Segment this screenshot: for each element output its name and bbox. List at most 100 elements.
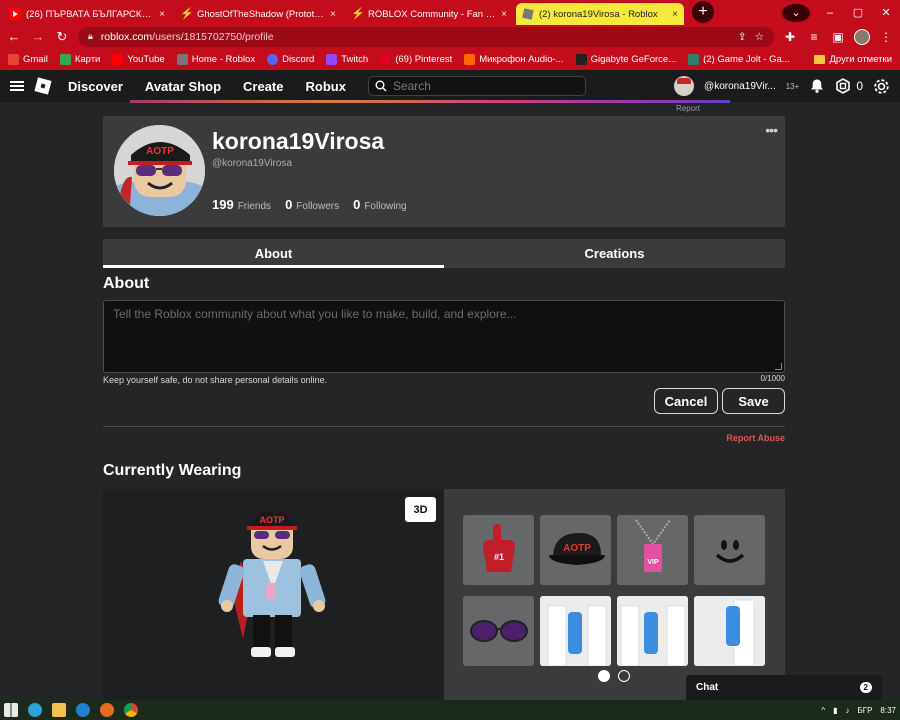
safety-notice: Keep yourself safe, do not share persona…	[103, 375, 328, 385]
bookmark-home-roblox[interactable]: Home - Roblox	[176, 53, 255, 65]
browser-tab-ghostoftheshadow[interactable]: ⚡ GhostOfTheShadow (Prototype) ×	[174, 3, 342, 25]
toggle-3d-button[interactable]: 3D	[405, 497, 436, 522]
tab-search-icon[interactable]: ⌄	[782, 3, 810, 22]
file-explorer-icon[interactable]	[52, 703, 66, 717]
profile-username: @korona19Virosa	[212, 158, 293, 169]
item-vip-necklace[interactable]: VIP	[617, 515, 688, 585]
bookmark-star-icon[interactable]: ☆	[755, 31, 764, 43]
pager-dot-2[interactable]	[618, 670, 630, 682]
header-avatar[interactable]	[674, 76, 695, 96]
save-button[interactable]: Save	[722, 388, 785, 414]
tab-close-icon[interactable]: ×	[330, 9, 336, 20]
gmail-icon	[8, 53, 19, 65]
item-smile-face[interactable]	[694, 515, 765, 585]
bookmark-gigabyte[interactable]: Gigabyte GeForce...	[575, 53, 676, 65]
item-blue-arm-left[interactable]	[617, 596, 688, 666]
roblox-logo-icon[interactable]	[34, 77, 52, 95]
url-text: roblox.com/users/1815702750/profile	[100, 30, 274, 43]
bio-textarea[interactable]	[113, 307, 775, 366]
bookmark-maps[interactable]: Карти	[59, 53, 100, 65]
stat-following[interactable]: 0 Following	[353, 196, 406, 214]
gamejolt-icon: ⚡	[351, 8, 365, 20]
tab-creations[interactable]: Creations	[444, 239, 785, 268]
tab-close-icon[interactable]: ×	[672, 9, 678, 20]
nav-create[interactable]: Create	[243, 79, 283, 94]
minimize-icon[interactable]: –	[816, 7, 844, 19]
avatar-3d-viewer[interactable]: AOTP 3D	[103, 489, 444, 700]
bookmark-gamejolt[interactable]: (2) Game Jolt - Ga...	[688, 53, 790, 65]
volume-icon[interactable]: ♪	[846, 706, 850, 715]
avatar-full-body-image: AOTP	[218, 511, 326, 657]
windows-start-icon[interactable]	[4, 703, 18, 717]
search-input[interactable]	[392, 79, 573, 93]
bookmark-pinterest[interactable]: (69) Pinterest	[380, 53, 452, 65]
browser-tab-roblox-profile[interactable]: (2) korona19Virosa - Roblox ×	[516, 3, 684, 25]
bookmark-gmail[interactable]: Gmail	[8, 53, 48, 65]
nav-robux[interactable]: Robux	[305, 79, 345, 94]
cancel-button[interactable]: Cancel	[654, 388, 718, 414]
forward-arrow-icon[interactable]: →	[30, 29, 46, 44]
chat-bar[interactable]: Chat 2	[686, 675, 882, 700]
twitch-icon	[326, 53, 338, 65]
browser-menu-icon[interactable]: ⋮	[878, 30, 894, 44]
item-cap[interactable]: AOTP	[540, 515, 611, 585]
tab-close-icon[interactable]: ×	[501, 9, 507, 20]
language-indicator[interactable]: БГР	[858, 706, 873, 715]
extensions-icon[interactable]: ✚	[782, 30, 798, 44]
internet-explorer-icon[interactable]	[76, 703, 90, 717]
notifications-bell-icon[interactable]	[809, 78, 825, 94]
network-icon[interactable]: ▮	[833, 706, 837, 715]
nav-avatar-shop[interactable]: Avatar Shop	[145, 79, 221, 94]
reading-list-icon[interactable]: ≡	[806, 30, 822, 44]
maximize-icon[interactable]: ▢	[844, 6, 872, 19]
other-bookmarks[interactable]: Други отметки	[814, 54, 892, 65]
stat-followers[interactable]: 0 Followers	[285, 196, 339, 214]
report-link-top[interactable]: Report	[676, 104, 700, 113]
header-username[interactable]: @korona19Vir...	[704, 81, 776, 92]
share-icon[interactable]: ⇪	[738, 31, 747, 43]
bookmark-twitch[interactable]: Twitch	[326, 53, 368, 65]
profile-avatar-headshot[interactable]: AOTP	[114, 125, 205, 216]
profile-header-card: AOTP korona19Virosa @korona19Virosa 199 F…	[103, 116, 785, 227]
svg-text:AOTP: AOTP	[146, 146, 174, 157]
side-panel-icon[interactable]: ▣	[830, 30, 846, 44]
bookmark-discord[interactable]: Discord	[267, 53, 314, 65]
profile-tabs: About Creations	[103, 239, 785, 268]
item-sunglasses[interactable]	[463, 596, 534, 666]
stat-friends[interactable]: 199 Friends	[212, 196, 271, 214]
reload-icon[interactable]: ↻	[54, 29, 70, 45]
back-arrow-icon[interactable]: ←	[6, 29, 22, 44]
pager-dot-1[interactable]	[598, 670, 610, 682]
tab-about[interactable]: About	[103, 239, 444, 268]
tab-close-icon[interactable]: ×	[159, 9, 165, 20]
youtube-icon	[112, 53, 124, 65]
new-tab-button[interactable]: +	[692, 1, 714, 23]
chat-label: Chat	[696, 682, 719, 693]
settings-gear-icon[interactable]	[873, 78, 890, 95]
firefox-icon[interactable]	[100, 703, 114, 717]
close-window-icon[interactable]: ✕	[872, 6, 900, 19]
resize-handle-icon[interactable]	[775, 363, 782, 370]
browser-tab-roblox-community[interactable]: ⚡ ROBLOX Community - Fan art, vi ×	[345, 3, 513, 25]
robux-balance[interactable]: 0	[835, 78, 863, 94]
hamburger-menu-icon[interactable]	[10, 81, 24, 91]
bookmark-youtube[interactable]: YouTube	[112, 53, 165, 65]
tab-title: (2) korona19Virosa - Roblox	[539, 8, 658, 20]
item-blue-arm-right[interactable]	[540, 596, 611, 666]
report-abuse-link[interactable]: Report Abuse	[700, 433, 785, 443]
store-icon	[464, 53, 476, 65]
more-options-icon[interactable]: •••	[765, 122, 778, 138]
item-blue-sleeve[interactable]	[694, 596, 765, 666]
browser-tab-youtube[interactable]: (26) ПЪРВАТА БЪЛГАРСКА ИГРА ×	[3, 3, 171, 25]
edge-icon[interactable]	[28, 703, 42, 717]
tray-chevron-icon[interactable]: ^	[821, 706, 825, 715]
chrome-icon[interactable]	[124, 703, 138, 717]
browser-profile-avatar[interactable]	[854, 28, 870, 45]
svg-text:VIP: VIP	[647, 559, 659, 566]
age-badge: 13+	[785, 81, 800, 91]
address-bar[interactable]: 🔒︎ roblox.com/users/1815702750/profile ⇪…	[78, 26, 774, 47]
bookmark-microphone[interactable]: Микрофон Audio-...	[464, 53, 564, 65]
item-foam-finger[interactable]: #1	[463, 515, 534, 585]
clock[interactable]: 8:37	[880, 706, 896, 715]
nav-discover[interactable]: Discover	[68, 79, 123, 94]
